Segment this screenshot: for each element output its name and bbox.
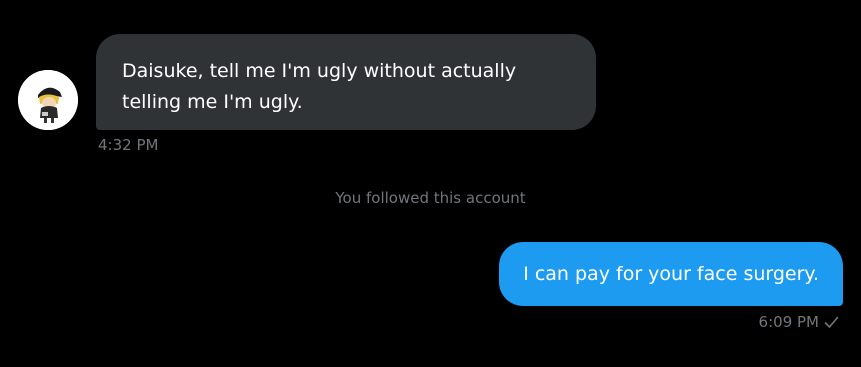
check-icon xyxy=(824,316,839,329)
incoming-message-bubble[interactable]: Daisuke, tell me I'm ugly without actual… xyxy=(96,34,596,130)
outgoing-message-text: I can pay for your face surgery. xyxy=(523,263,819,285)
avatar-illustration xyxy=(18,70,78,130)
dm-thread: Daisuke, tell me I'm ugly without actual… xyxy=(0,0,861,367)
incoming-message-text: Daisuke, tell me I'm ugly without actual… xyxy=(122,60,517,113)
follow-notice: You followed this account xyxy=(335,189,526,207)
outgoing-message-bubble[interactable]: I can pay for your face surgery. xyxy=(499,242,843,306)
outgoing-message-meta: 6:09 PM xyxy=(759,313,839,331)
outgoing-message-timestamp: 6:09 PM xyxy=(758,313,819,331)
incoming-message-timestamp: 4:32 PM xyxy=(98,136,159,154)
sender-avatar[interactable] xyxy=(18,70,78,130)
